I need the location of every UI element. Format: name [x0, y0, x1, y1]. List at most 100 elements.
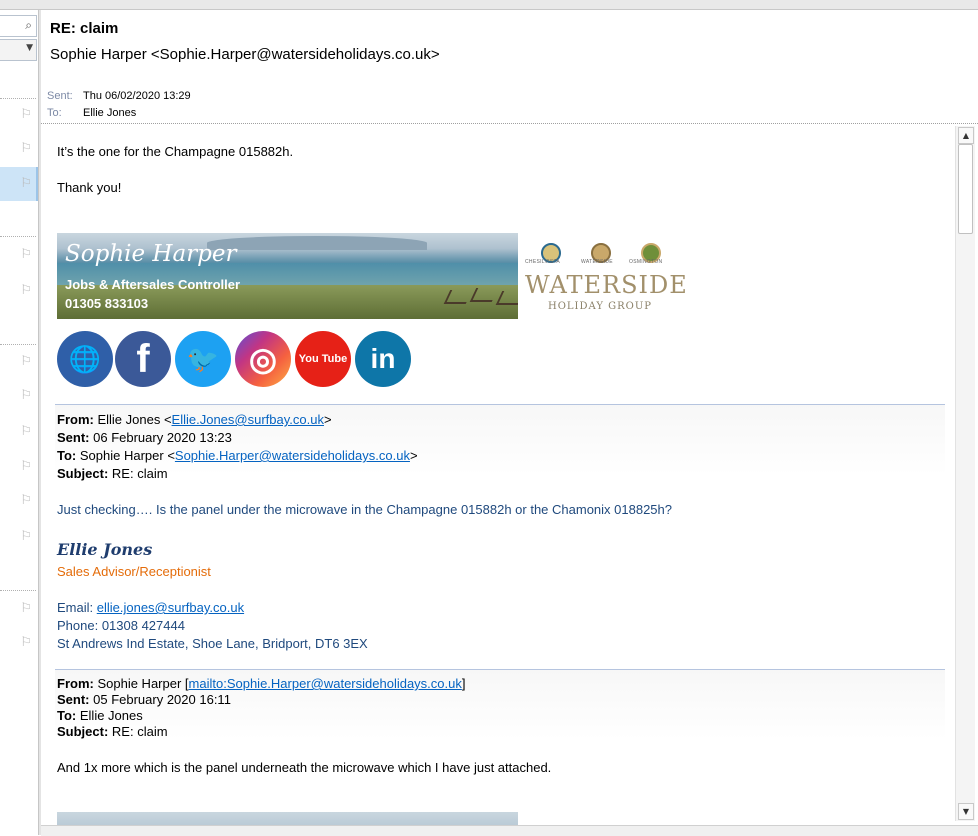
scroll-up-icon[interactable]: ▲: [958, 127, 974, 144]
linkedin-icon[interactable]: in: [355, 331, 411, 387]
flag-icon[interactable]: ⚐: [20, 388, 32, 403]
flag-icon[interactable]: ⚐: [20, 176, 32, 191]
list-item[interactable]: ⚐: [0, 345, 36, 379]
sig-title: Sales Advisor/Receptionist: [57, 564, 211, 579]
flag-icon[interactable]: ⚐: [20, 529, 32, 544]
body-line: Thank you!: [57, 180, 122, 195]
quote1-sent: Sent: 06 February 2020 13:23: [57, 430, 232, 445]
instagram-icon[interactable]: ◎: [235, 331, 291, 387]
quote2-to: To: Ellie Jones: [57, 708, 143, 723]
message-body: It’s the one for the Champagne 015882h. …: [41, 126, 955, 835]
list-item[interactable]: ⚐: [0, 626, 36, 660]
sent-label: Sent:: [57, 430, 90, 445]
from-label: From:: [57, 676, 94, 691]
list-item[interactable]: ⚐: [0, 132, 36, 166]
sent-label: Sent:: [57, 692, 90, 707]
banner-hill: [207, 236, 427, 250]
body-line: It’s the one for the Champagne 015882h.: [57, 144, 294, 159]
list-item[interactable]: ⚐: [0, 592, 36, 626]
list-item[interactable]: ⚐: [0, 274, 36, 308]
search-icon[interactable]: ⌕: [25, 18, 32, 33]
banner-role: Jobs & Aftersales Controller: [65, 277, 241, 292]
header-divider: [41, 123, 978, 124]
from-mailto-link[interactable]: mailto:Sophie.Harper@watersideholidays.c…: [189, 676, 462, 691]
sig-email-label: Email:: [57, 600, 97, 615]
signature-banner-image: Sophie Harper Jobs & Aftersales Controll…: [57, 233, 518, 319]
waterside-logo: CHESILVISTA WATERSIDE OSMINGTON WATERSID…: [525, 241, 688, 321]
list-item-selected[interactable]: ⚐: [0, 167, 38, 201]
sig-email-link[interactable]: ellie.jones@surfbay.co.uk: [97, 600, 244, 615]
logo-emblems: CHESILVISTA WATERSIDE OSMINGTON: [525, 241, 675, 271]
list-item[interactable]: ⚐: [0, 450, 36, 484]
flag-icon[interactable]: ⚐: [20, 283, 32, 298]
quote2-sent: Sent: 05 February 2020 16:11: [57, 692, 231, 707]
list-item[interactable]: ⚐: [0, 484, 36, 518]
list-item[interactable]: ⚐: [0, 520, 36, 554]
subject-value: RE: claim: [111, 466, 168, 481]
list-item[interactable]: ⚐: [0, 415, 36, 449]
search-input[interactable]: ⌕: [0, 15, 37, 37]
sig-address: St Andrews Ind Estate, Shoe Lane, Bridpo…: [57, 636, 368, 651]
flag-icon[interactable]: ⚐: [20, 247, 32, 262]
to-value[interactable]: Ellie Jones: [83, 107, 136, 119]
message-sender[interactable]: Sophie Harper <Sophie.Harper@watersideho…: [50, 46, 440, 63]
quote1-subject: Subject: RE: claim: [57, 466, 168, 481]
logo-brand: CHESILVISTA: [525, 259, 561, 265]
flag-icon[interactable]: ⚐: [20, 635, 32, 650]
from-label: From:: [57, 412, 94, 427]
sent-value: 05 February 2020 16:11: [93, 692, 231, 707]
window-top-bar: [0, 0, 978, 10]
flag-icon[interactable]: ⚐: [20, 107, 32, 122]
flag-icon[interactable]: ⚐: [20, 493, 32, 508]
message-subject: RE: claim: [50, 20, 119, 37]
quote2-message: And 1x more which is the panel underneat…: [57, 760, 552, 775]
arrange-by-dropdown[interactable]: ▼: [0, 39, 37, 61]
list-item[interactable]: ⚐: [0, 238, 36, 272]
list-item[interactable]: ⚐: [0, 98, 36, 132]
list-separator: [0, 590, 36, 591]
vertical-scrollbar[interactable]: ▲ ▼: [955, 126, 975, 821]
message-header: RE: claim Sophie Harper <Sophie.Harper@w…: [41, 10, 978, 124]
quote2-subject: Subject: RE: claim: [57, 724, 168, 739]
twitter-icon[interactable]: 🐦: [175, 331, 231, 387]
facebook-icon[interactable]: f: [115, 331, 171, 387]
subject-value: RE: claim: [111, 724, 168, 739]
www-globe-icon[interactable]: 🌐: [57, 331, 113, 387]
banner-name: Sophie Harper: [65, 241, 237, 267]
list-separator: [0, 236, 36, 237]
chevron-down-icon[interactable]: ▼: [26, 43, 33, 53]
flag-icon[interactable]: ⚐: [20, 424, 32, 439]
scrollbar-thumb[interactable]: [958, 144, 973, 234]
to-row: To: Ellie Jones: [47, 107, 136, 119]
to-close: >: [409, 448, 418, 463]
sig-email-row: Email: ellie.jones@surfbay.co.uk: [57, 600, 244, 615]
quote1-message: Just checking…. Is the panel under the m…: [57, 502, 672, 517]
flag-icon[interactable]: ⚐: [20, 141, 32, 156]
to-value: Ellie Jones: [79, 708, 143, 723]
to-email-link[interactable]: Sophie.Harper@watersideholidays.co.uk: [175, 448, 410, 463]
from-close: ]: [461, 676, 466, 691]
to-label: To:: [47, 107, 62, 119]
sent-label: Sent:: [47, 90, 73, 102]
scroll-down-icon[interactable]: ▼: [958, 803, 974, 820]
youtube-icon[interactable]: You Tube: [295, 331, 351, 387]
from-name: Ellie Jones <: [97, 412, 172, 427]
list-item[interactable]: ⚐: [0, 379, 36, 413]
from-close: >: [323, 412, 332, 427]
flag-icon[interactable]: ⚐: [20, 459, 32, 474]
quote2-from: From: Sophie Harper [mailto:Sophie.Harpe…: [57, 676, 466, 691]
to-label: To:: [57, 708, 77, 723]
ellie-signature: Ellie Jones: [57, 540, 153, 559]
flag-icon[interactable]: ⚐: [20, 601, 32, 616]
logo-subtitle: HOLIDAY GROUP: [548, 301, 652, 312]
sent-value: Thu 06/02/2020 13:29: [83, 90, 191, 102]
flag-icon[interactable]: ⚐: [20, 354, 32, 369]
quote1-to: To: Sophie Harper <Sophie.Harper@watersi…: [57, 448, 418, 463]
to-label: To:: [57, 448, 77, 463]
horizontal-scrollbar[interactable]: [41, 825, 978, 836]
sig-phone: Phone: 01308 427444: [57, 618, 185, 633]
banner-phone: 01305 833103: [65, 296, 149, 311]
logo-title: WATERSIDE: [525, 271, 688, 299]
from-email-link[interactable]: Ellie.Jones@surfbay.co.uk: [172, 412, 324, 427]
sent-row: Sent: Thu 06/02/2020 13:29: [47, 90, 191, 102]
